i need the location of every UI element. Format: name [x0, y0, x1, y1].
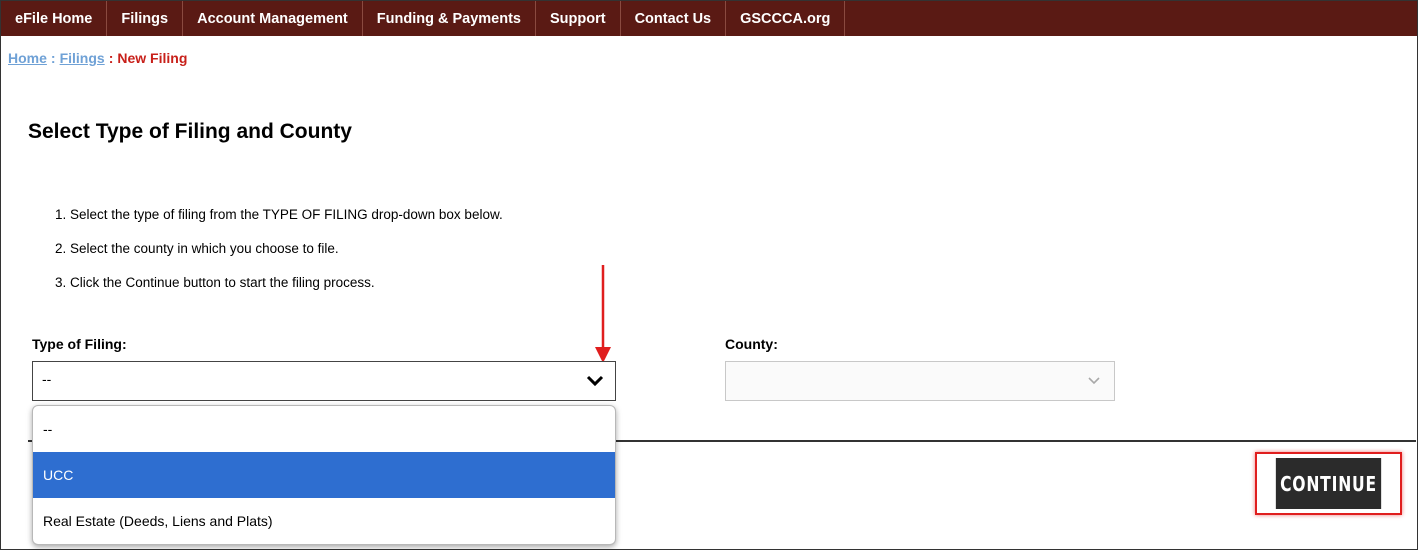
- nav-item-filings[interactable]: Filings: [107, 1, 184, 36]
- breadcrumb-home-link[interactable]: Home: [8, 50, 47, 66]
- breadcrumb: Home: Filings: New Filing: [8, 50, 187, 66]
- chevron-down-icon: [586, 375, 604, 387]
- type-of-filing-label: Type of Filing:: [32, 336, 127, 352]
- instruction-list: 1. Select the type of filing from the TY…: [55, 198, 503, 300]
- type-of-filing-dropdown: -- UCC Real Estate (Deeds, Liens and Pla…: [32, 405, 616, 545]
- dropdown-option-ucc[interactable]: UCC: [33, 452, 615, 498]
- nav-item-gsccca-org[interactable]: GSCCCA.org: [726, 1, 846, 36]
- type-of-filing-value: --: [42, 371, 52, 387]
- nav-item-account-management[interactable]: Account Management: [183, 1, 363, 36]
- dropdown-option-none[interactable]: --: [33, 406, 615, 452]
- continue-button[interactable]: CONTINUE: [1275, 458, 1382, 509]
- arrow-down-icon: [595, 265, 611, 363]
- breadcrumb-separator: :: [108, 50, 114, 66]
- nav-item-support[interactable]: Support: [536, 1, 621, 36]
- dropdown-option-real-estate[interactable]: Real Estate (Deeds, Liens and Plats): [33, 498, 615, 544]
- nav-item-contact-us[interactable]: Contact Us: [621, 1, 727, 36]
- breadcrumb-current: New Filing: [117, 50, 188, 66]
- instruction-step-3: 3. Click the Continue button to start th…: [55, 275, 375, 290]
- county-label: County:: [725, 336, 778, 352]
- nav-item-funding-payments[interactable]: Funding & Payments: [363, 1, 536, 36]
- county-select[interactable]: [725, 361, 1115, 401]
- breadcrumb-filings-link[interactable]: Filings: [60, 50, 105, 66]
- instruction-step-1: 1. Select the type of filing from the TY…: [55, 207, 503, 222]
- continue-highlight: CONTINUE: [1255, 452, 1402, 515]
- page-title: Select Type of Filing and County: [28, 120, 352, 143]
- type-of-filing-select[interactable]: --: [32, 361, 616, 401]
- breadcrumb-separator: :: [50, 50, 56, 66]
- chevron-down-icon: [1088, 377, 1100, 385]
- instruction-step-2: 2. Select the county in which you choose…: [55, 241, 339, 256]
- top-nav: eFile Home Filings Account Management Fu…: [1, 1, 1417, 36]
- nav-item-efile-home[interactable]: eFile Home: [1, 1, 108, 36]
